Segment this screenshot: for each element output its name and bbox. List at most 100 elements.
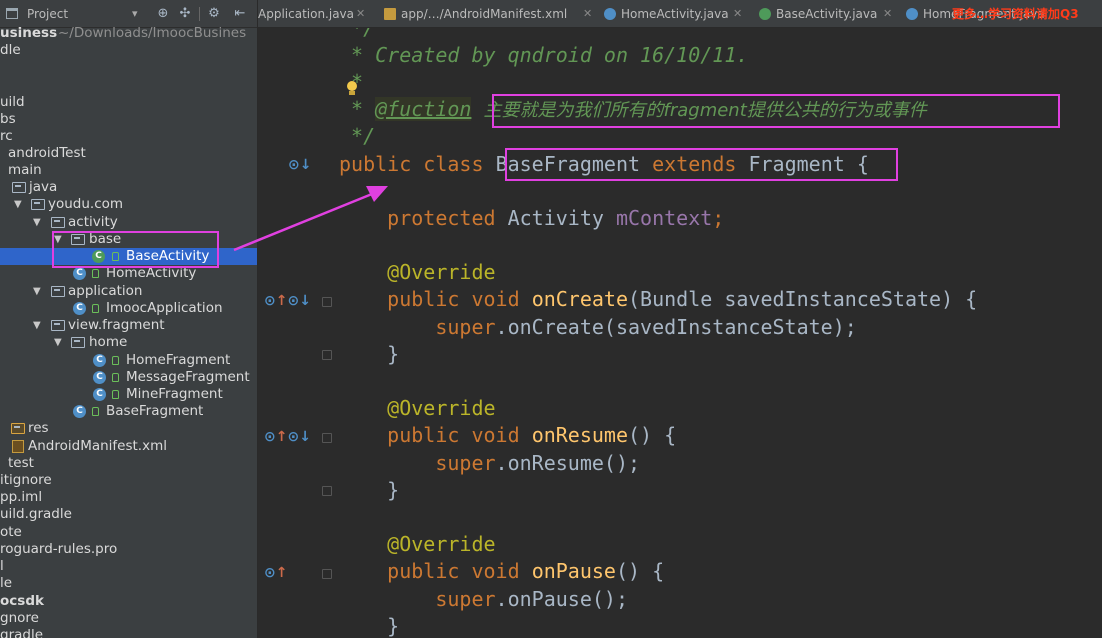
tree-item-androidtest[interactable]: androidTest [0,145,257,162]
watermark-text: 更多…学习资料请加Q3 [952,7,1079,21]
code-line[interactable]: */ [339,28,375,42]
fold-marker-icon[interactable] [322,433,332,443]
code-line[interactable]: * Created by qndroid on 16/10/11. [339,42,748,69]
tree-item-home[interactable]: ▼ home [0,334,257,351]
tree-item-basefragment[interactable]: C BaseFragment [0,403,257,420]
expand-arrow-icon[interactable]: ▼ [54,334,62,351]
lock-icon [112,373,119,382]
code-line-fuction-tag[interactable]: * @fuction 主要就是为我们所有的fragment提供公共的行为或事件 [339,96,927,123]
tree-item[interactable]: roguard-rules.pro [0,541,257,558]
fold-marker-icon[interactable] [322,350,332,360]
expand-arrow-icon[interactable]: ▼ [33,283,41,300]
code-line[interactable]: */ [339,123,375,150]
tree-item-view-fragment[interactable]: ▼ view.fragment [0,317,257,334]
code-line-class-declaration[interactable]: public class BaseFragment extends Fragme… [339,151,869,178]
tree-item-application[interactable]: ▼ application [0,283,257,300]
code-line-annotation[interactable]: @Override [339,395,495,422]
class-icon: C [73,405,86,418]
class-icon: C [93,354,106,367]
tab-application-java[interactable]: Application.java ✕ [258,0,365,27]
tree-item-test[interactable]: test [0,455,257,472]
tree-item[interactable]: gradle [0,627,257,638]
xml-file-icon [12,440,24,453]
tree-item-baseactivity[interactable]: C BaseActivity [0,248,257,265]
expand-arrow-icon[interactable]: ▼ [33,214,41,231]
tree-item[interactable]: bs [0,111,257,128]
lock-icon [112,252,119,261]
tree-item[interactable]: gnore [0,610,257,627]
tree-item-messagefragment[interactable]: C MessageFragment [0,369,257,386]
code-editor[interactable]: ⊙↓ ⊙↑⊙↓ ⊙↑⊙↓ ⊙↑ */ * Created by qndroid … [258,28,1102,638]
fold-marker-icon[interactable] [322,297,332,307]
package-icon [51,217,65,228]
lock-icon [92,269,99,278]
lock-icon [112,390,119,399]
gear-icon[interactable]: ⚙ [205,5,223,23]
tree-item-androidmanifest[interactable]: AndroidManifest.xml [0,438,257,455]
code-line-annotation[interactable]: @Override [339,259,495,286]
code-line-method-onresume[interactable]: public void onResume() { [339,422,676,449]
xml-file-icon [384,8,396,20]
expand-arrow-icon[interactable]: ▼ [14,196,22,213]
tree-item[interactable]: uild [0,94,257,111]
tree-item[interactable]: l [0,558,257,575]
lock-icon [92,304,99,313]
tree-item[interactable] [0,59,257,76]
code-line[interactable]: } [339,477,399,504]
tree-item-module[interactable]: usiness ~/Downloads/ImoocBusines [0,25,257,42]
implementation-icon[interactable]: ⊙↓ [288,156,311,174]
editor-tab-bar: Application.java ✕ app/…/AndroidManifest… [258,0,1102,28]
code-line-field[interactable]: protected Activity mContext; [339,205,724,232]
project-view-dropdown-icon[interactable]: ▾ [132,0,138,28]
code-line[interactable]: super.onPause(); [339,586,628,613]
fold-marker-icon[interactable] [322,569,332,579]
close-icon[interactable]: ✕ [883,0,892,27]
resource-folder-icon [11,423,25,434]
tree-item-java[interactable]: java [0,179,257,196]
tree-item-homefragment[interactable]: C HomeFragment [0,352,257,369]
tree-item-homeactivity[interactable]: C HomeActivity [0,265,257,282]
override-icon[interactable]: ⊙↑ [264,564,287,582]
tree-item-imoocapplication[interactable]: C ImoocApplication [0,300,257,317]
package-icon [71,234,85,245]
lightbulb-icon[interactable] [346,81,358,96]
code-line[interactable]: super.onCreate(savedInstanceState); [339,314,856,341]
hide-panel-icon[interactable]: ⇤ [231,5,249,23]
tree-item-activity[interactable]: ▼ activity [0,214,257,231]
class-icon [759,8,771,20]
close-icon[interactable]: ✕ [356,0,365,27]
close-icon[interactable]: ✕ [733,0,742,27]
class-icon: C [93,388,106,401]
project-panel-title[interactable]: Project [27,0,68,28]
code-line-method-onpause[interactable]: public void onPause() { [339,558,664,585]
override-icon[interactable]: ⊙↑⊙↓ [264,292,311,310]
tree-item-module[interactable]: ocsdk [0,593,257,610]
code-line-annotation[interactable]: @Override [339,531,495,558]
tree-item[interactable]: dle [0,42,257,59]
override-icon[interactable]: ⊙↑⊙↓ [264,428,311,446]
tree-item[interactable]: ote [0,524,257,541]
expand-arrow-icon[interactable]: ▼ [54,231,62,248]
lock-icon [112,356,119,365]
code-line[interactable]: super.onResume(); [339,450,640,477]
tree-item[interactable]: uild.gradle [0,506,257,523]
tree-item-youdu-com[interactable]: ▼ youdu.com [0,196,257,213]
code-line[interactable]: } [339,341,399,368]
tree-item[interactable]: le [0,575,257,592]
tree-item-res[interactable]: res [0,420,257,437]
collapse-icon[interactable]: ✣ [176,5,194,23]
target-icon[interactable]: ⊕ [154,5,172,23]
class-icon: C [92,250,105,263]
tree-item-minefragment[interactable]: C MineFragment [0,386,257,403]
tree-item[interactable]: itignore [0,472,257,489]
tree-item[interactable]: pp.iml [0,489,257,506]
code-line[interactable]: } [339,613,399,638]
close-icon[interactable]: ✕ [583,0,592,27]
fold-marker-icon[interactable] [322,486,332,496]
tree-item-base[interactable]: ▼ base [0,231,257,248]
project-panel: Project ▾ ⊕ ✣ ⚙ ⇤ usiness ~/Downloads/Im… [0,0,258,638]
tree-item[interactable]: rc [0,128,257,145]
expand-arrow-icon[interactable]: ▼ [33,317,41,334]
code-line-method-oncreate[interactable]: public void onCreate(Bundle savedInstanc… [339,286,977,313]
tree-item-main[interactable]: main [0,162,257,179]
